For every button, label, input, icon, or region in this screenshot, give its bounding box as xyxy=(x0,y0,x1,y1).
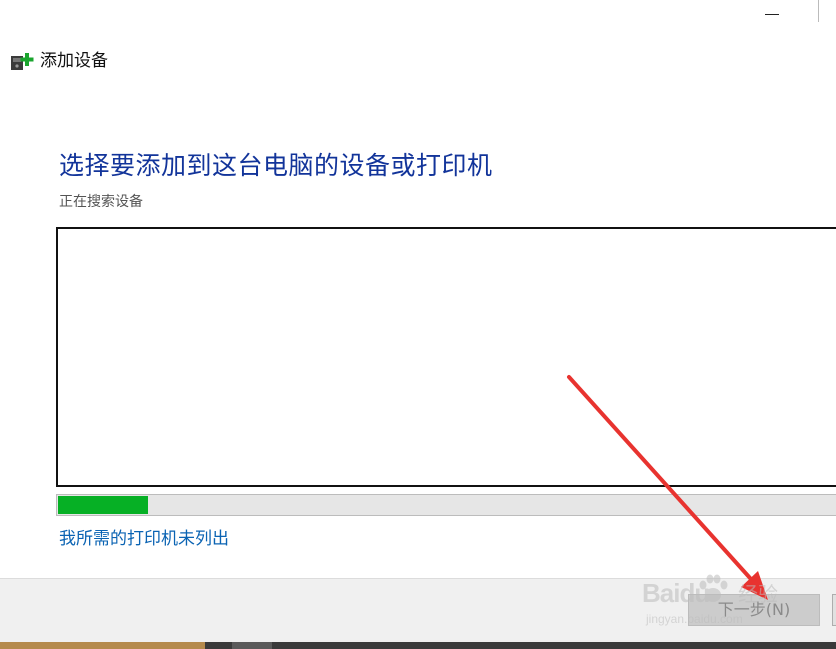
taskbar-thumbnail xyxy=(0,642,205,649)
paw-icon xyxy=(699,574,728,602)
printer-not-listed-link[interactable]: 我所需的打印机未列出 xyxy=(59,527,229,551)
minimize-icon xyxy=(765,14,779,15)
page-heading: 选择要添加到这台电脑的设备或打印机 xyxy=(59,151,493,180)
add-device-icon xyxy=(11,53,34,70)
maximize-button-edge[interactable] xyxy=(818,0,819,22)
add-device-window: 添加设备 选择要添加到这台电脑的设备或打印机 正在搜索设备 我所需的打印机未列出… xyxy=(0,0,836,649)
speaker-icon xyxy=(232,642,272,649)
dialog-title: 添加设备 xyxy=(40,51,108,71)
progress-fill xyxy=(58,496,148,514)
title-bar xyxy=(0,0,836,40)
device-list[interactable] xyxy=(56,227,836,487)
search-progress-bar xyxy=(56,494,836,516)
watermark-product: 经验 xyxy=(738,582,778,606)
watermark-url: jingyan.baidu.com xyxy=(646,612,743,626)
search-status-text: 正在搜索设备 xyxy=(59,194,143,210)
cancel-button-edge[interactable] xyxy=(832,594,836,626)
minimize-button[interactable] xyxy=(752,0,792,30)
baidu-jingyan-watermark: Baidu 经验 jingyan.baidu.com xyxy=(642,574,812,632)
